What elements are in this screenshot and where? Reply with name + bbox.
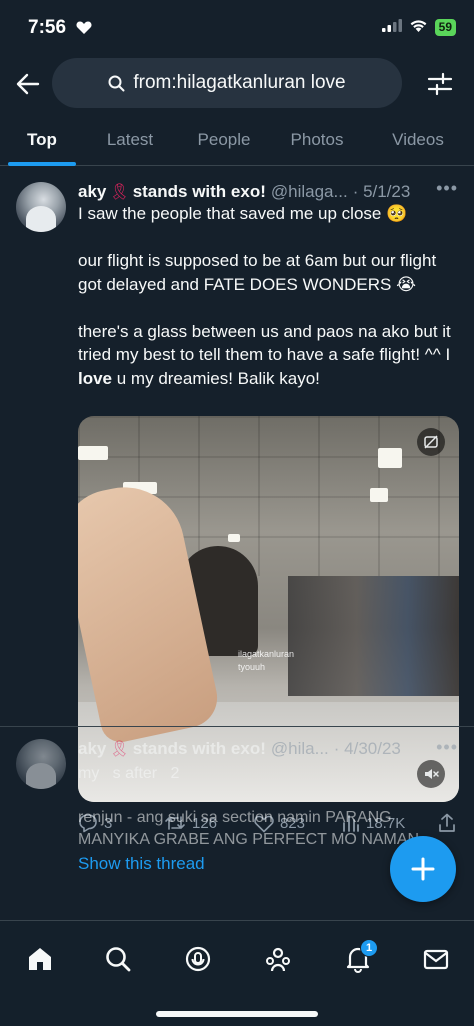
video-crowd: [288, 576, 459, 696]
heart-icon: [76, 20, 92, 40]
nav-notifications[interactable]: 1: [338, 939, 378, 979]
search-header: from:hilagatkanluran love: [0, 56, 474, 112]
tab-latest[interactable]: Latest: [84, 114, 176, 166]
search-tabs: Top Latest People Photos Videos: [0, 114, 474, 166]
tab-top[interactable]: Top: [0, 114, 84, 166]
nav-home[interactable]: [20, 939, 60, 979]
ribbon-icon: 🎗: [109, 741, 130, 758]
notification-badge: 1: [360, 939, 378, 957]
display-name[interactable]: aky: [78, 182, 106, 202]
status-time: 7:56: [28, 17, 67, 38]
spaces-icon: [185, 946, 211, 972]
search-input[interactable]: from:hilagatkanluran love: [52, 58, 402, 108]
cellular-signal-icon: [381, 18, 402, 37]
tab-people[interactable]: People: [176, 114, 272, 166]
envelope-icon: [423, 949, 449, 970]
tweet-text: I saw the people that saved me up close …: [78, 202, 458, 390]
video-watermark: ilagatkanluran tyouuh: [238, 648, 294, 674]
home-indicator: [156, 1011, 318, 1017]
tweet-date: · 4/30/23: [333, 739, 401, 758]
tweet-text-part: u my dreamies! Balik kayo!: [112, 368, 320, 388]
more-options-icon[interactable]: •••: [436, 178, 458, 199]
tab-photos[interactable]: Photos: [272, 114, 362, 166]
battery-indicator: 59: [434, 19, 456, 36]
search-icon: [108, 75, 125, 91]
compose-tweet-button[interactable]: [390, 836, 456, 902]
user-handle[interactable]: @hilaga...: [271, 182, 348, 202]
ribbon-icon: 🎗: [109, 184, 130, 201]
status-bar: 7:56 59: [0, 0, 474, 56]
sliders-icon: [427, 72, 453, 96]
tweet-date: · 5/1/23: [352, 182, 411, 201]
tab-videos[interactable]: Videos: [362, 114, 474, 166]
home-icon: [29, 948, 51, 970]
search-query: from:hilagatkanluran love: [133, 72, 346, 93]
wifi-icon: [409, 18, 428, 37]
nav-messages[interactable]: [416, 939, 456, 979]
display-name-suffix[interactable]: stands with exo!: [133, 739, 266, 759]
arrow-left-icon: [16, 73, 40, 95]
display-name[interactable]: aky: [78, 739, 106, 759]
nav-communities[interactable]: [258, 939, 298, 979]
tweet-text-part: I saw the people that saved me up close …: [78, 204, 451, 364]
avatar[interactable]: [16, 739, 66, 789]
search-filter-button[interactable]: [426, 70, 454, 98]
plus-icon: [411, 857, 435, 881]
search-icon: [106, 947, 131, 972]
watermark-line: ilagatkanluran: [238, 649, 295, 659]
back-button[interactable]: [12, 68, 44, 100]
nav-explore[interactable]: [98, 939, 138, 979]
ceiling-light: [378, 448, 402, 468]
user-handle[interactable]: @hila...: [271, 739, 329, 759]
tweet-header: aky 🎗 stands with exo! @hila... · 4/30/2…: [78, 737, 462, 761]
more-options-icon[interactable]: •••: [436, 737, 458, 758]
nav-spaces[interactable]: [178, 939, 218, 979]
tweet-header: aky 🎗 stands with exo! @hilaga... · 5/1/…: [78, 180, 462, 204]
ceiling-light: [370, 488, 388, 502]
tweet-text-highlight: love: [78, 368, 113, 388]
gif-toggle-icon[interactable]: [417, 428, 445, 456]
bottom-navigation: 1: [0, 920, 474, 1026]
status-indicators: 59: [381, 18, 456, 37]
watermark-line: tyouuh: [238, 662, 266, 672]
avatar[interactable]: [16, 182, 66, 232]
display-name-suffix[interactable]: stands with exo!: [133, 182, 266, 202]
communities-icon: [266, 947, 290, 972]
ceiling-light: [228, 534, 240, 542]
ceiling-light: [78, 446, 108, 460]
tweet-text: my s after 2 renjun - ang suki sa sectio…: [78, 765, 420, 848]
